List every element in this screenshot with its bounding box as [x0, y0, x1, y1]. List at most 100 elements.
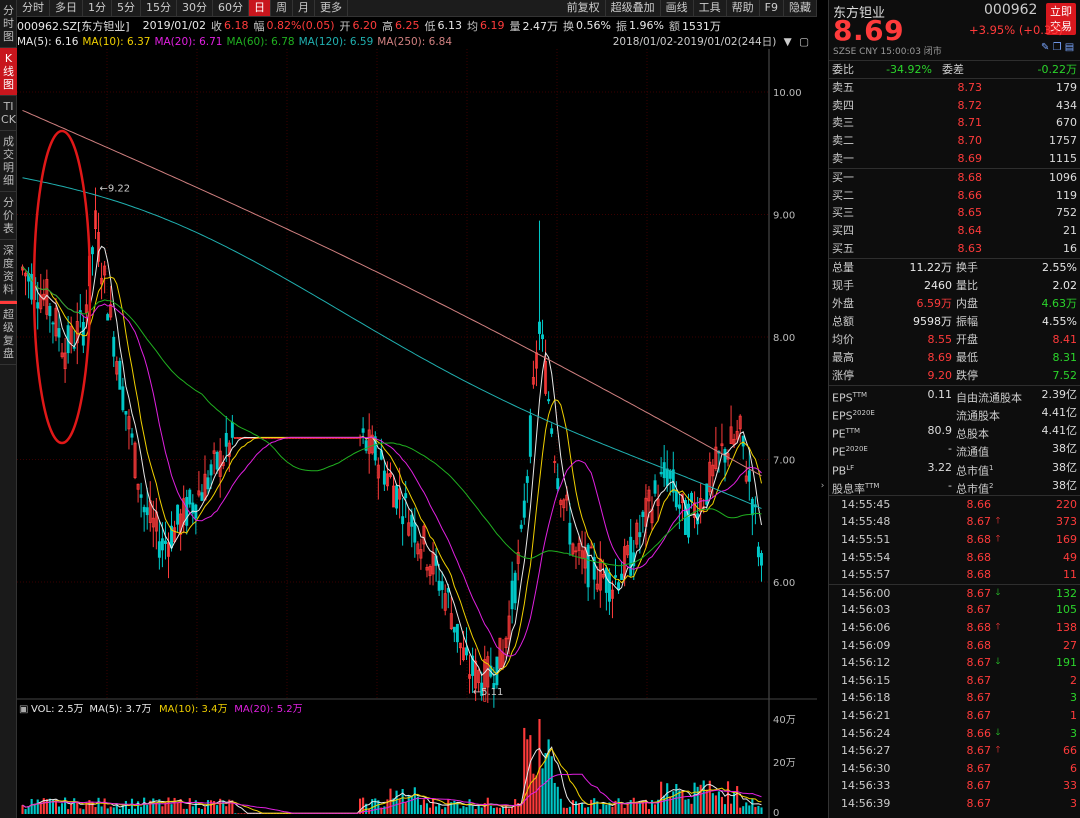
tab-price-dist[interactable]: 分价表 — [0, 192, 17, 240]
maximize-icon[interactable]: ▢ — [799, 36, 809, 48]
toolbar-button[interactable]: 隐藏 — [784, 0, 817, 16]
quote-amount-label: 额 — [668, 19, 680, 33]
kline-chart[interactable]: 10.00 9.00 8.00 7.00 6.00 ←9.22 ←5.11 40万 20万 0 ▣ V… — [17, 49, 817, 818]
quote-amp-label: 振 — [615, 19, 627, 33]
quote-change: 0.82%(0.05) — [266, 19, 335, 32]
tab-super-review[interactable]: 超级复盘 — [0, 301, 17, 365]
edit-icon[interactable]: ✎ — [1041, 42, 1049, 53]
book-price: 8.64 — [957, 224, 983, 238]
collapse-panel-arrow-icon[interactable]: › — [817, 478, 828, 494]
dropdown-triangle-icon[interactable]: ▼ — [784, 36, 792, 48]
date-range-label[interactable]: 2018/01/02-2019/01/02(244日) ▼ ▢ — [613, 34, 813, 49]
candle-body — [90, 247, 94, 255]
volume-bar — [723, 804, 727, 814]
tab-intraday[interactable]: 分时图 — [0, 0, 17, 48]
notes-icon[interactable]: ▤ — [1065, 42, 1074, 53]
arrow-up-icon: 🡑 — [995, 516, 1001, 527]
candle-body — [741, 435, 745, 447]
period-button[interactable]: 30分 — [177, 0, 213, 16]
volume-bar — [24, 809, 27, 814]
fin-label-sup: TTM — [852, 390, 868, 399]
toolbar-button[interactable]: 前复权 — [562, 0, 606, 16]
stat-value: 2460 — [924, 278, 952, 292]
book-volume: 179 — [1056, 80, 1077, 94]
candle-body — [413, 522, 417, 543]
period-button[interactable]: 5分 — [112, 0, 141, 16]
book-label: 卖四 — [832, 98, 854, 112]
volume-bar — [45, 799, 48, 814]
toolbar-button[interactable]: 画线 — [661, 0, 694, 16]
volume-bar — [489, 805, 492, 814]
volume-bar — [514, 799, 517, 814]
book-row: 买三 8.65 752 — [829, 204, 1080, 222]
weibi-label: 委比 — [832, 63, 854, 76]
copy-icon[interactable]: ❐ — [1053, 42, 1062, 53]
book-price: 8.68 — [957, 170, 983, 184]
volume-bar — [739, 807, 742, 814]
period-button[interactable]: 多日 — [50, 0, 83, 16]
volume-tick-label: 20万 — [773, 758, 796, 769]
candle-body — [145, 507, 149, 516]
candle-body — [653, 480, 657, 494]
volume-bar — [508, 808, 511, 814]
tick-blank — [991, 689, 1005, 707]
toolbar-button[interactable]: 超级叠加 — [606, 0, 661, 16]
tab-tick[interactable]: TICK — [0, 96, 17, 131]
fin-label: EPS2020E — [832, 404, 884, 423]
volume-bar — [73, 798, 76, 814]
candle-body — [547, 399, 551, 402]
fin-label: 总市值2 — [952, 477, 1034, 496]
volume-bar — [702, 780, 705, 814]
ma-legend: MA(5): 6.16 MA(10): 6.37 MA(20): 6.71 MA… — [17, 34, 817, 49]
weibi-value: -34.92% — [886, 63, 932, 76]
volume-bar — [124, 800, 127, 814]
stat-value: 8.69 — [927, 350, 953, 364]
stat-label: 最高 — [832, 350, 854, 364]
quote-vol-label: 量 — [509, 19, 521, 33]
period-button[interactable]: 更多 — [315, 0, 348, 16]
tick-time: 14:55:48 — [841, 515, 891, 529]
volume-bar — [474, 809, 477, 814]
volume-bar — [717, 791, 720, 814]
volume-bar — [30, 798, 33, 814]
stat-label: 跌停 — [956, 368, 978, 382]
volume-bar — [240, 813, 243, 814]
stat-value: 2.55% — [1042, 260, 1077, 274]
volume-bar — [57, 806, 61, 814]
volume-bar — [118, 809, 121, 814]
tab-kline[interactable]: K线图 — [0, 48, 17, 96]
volume-bar — [742, 806, 745, 814]
volume-bar — [559, 798, 562, 814]
period-button[interactable]: 分时 — [17, 0, 50, 16]
ma20-value: MA(20): 6.71 — [154, 35, 223, 48]
indicator-dropdown-icon[interactable]: ▣ — [19, 704, 28, 715]
fin-label: 总股本 — [952, 422, 1034, 441]
book-volume: 21 — [1063, 224, 1077, 238]
period-button[interactable]: 日 — [249, 0, 271, 16]
toolbar-button[interactable]: 工具 — [694, 0, 727, 16]
tab-depth[interactable]: 深度资料 — [0, 240, 17, 301]
toolbar-button[interactable]: 帮助 — [727, 0, 760, 16]
tick-volume: 191 — [1056, 656, 1077, 670]
candle-body — [525, 476, 529, 483]
period-button[interactable]: 15分 — [141, 0, 177, 16]
period-button[interactable]: 月 — [293, 0, 315, 16]
fin-value: - — [948, 442, 952, 456]
period-button[interactable]: 周 — [271, 0, 293, 16]
volume-bars — [21, 719, 763, 814]
candle-body — [188, 489, 192, 505]
volume-bar — [748, 805, 751, 814]
period-button[interactable]: 1分 — [83, 0, 112, 16]
volume-bar — [203, 807, 207, 814]
fin-label-sup: TTM — [845, 427, 861, 436]
candle-body — [677, 504, 681, 509]
volume-bar — [410, 795, 413, 814]
volume-bar — [67, 809, 70, 814]
tick-volume: 49 — [1063, 550, 1077, 564]
period-button[interactable]: 60分 — [213, 0, 249, 16]
fin-label-text: PE — [832, 445, 846, 459]
tab-trades[interactable]: 成交明细 — [0, 131, 17, 192]
toolbar-button[interactable]: F9 — [760, 0, 784, 16]
arrow-down-icon: 🡓 — [995, 657, 1001, 668]
stat-value: 4.63万 — [1041, 296, 1078, 310]
